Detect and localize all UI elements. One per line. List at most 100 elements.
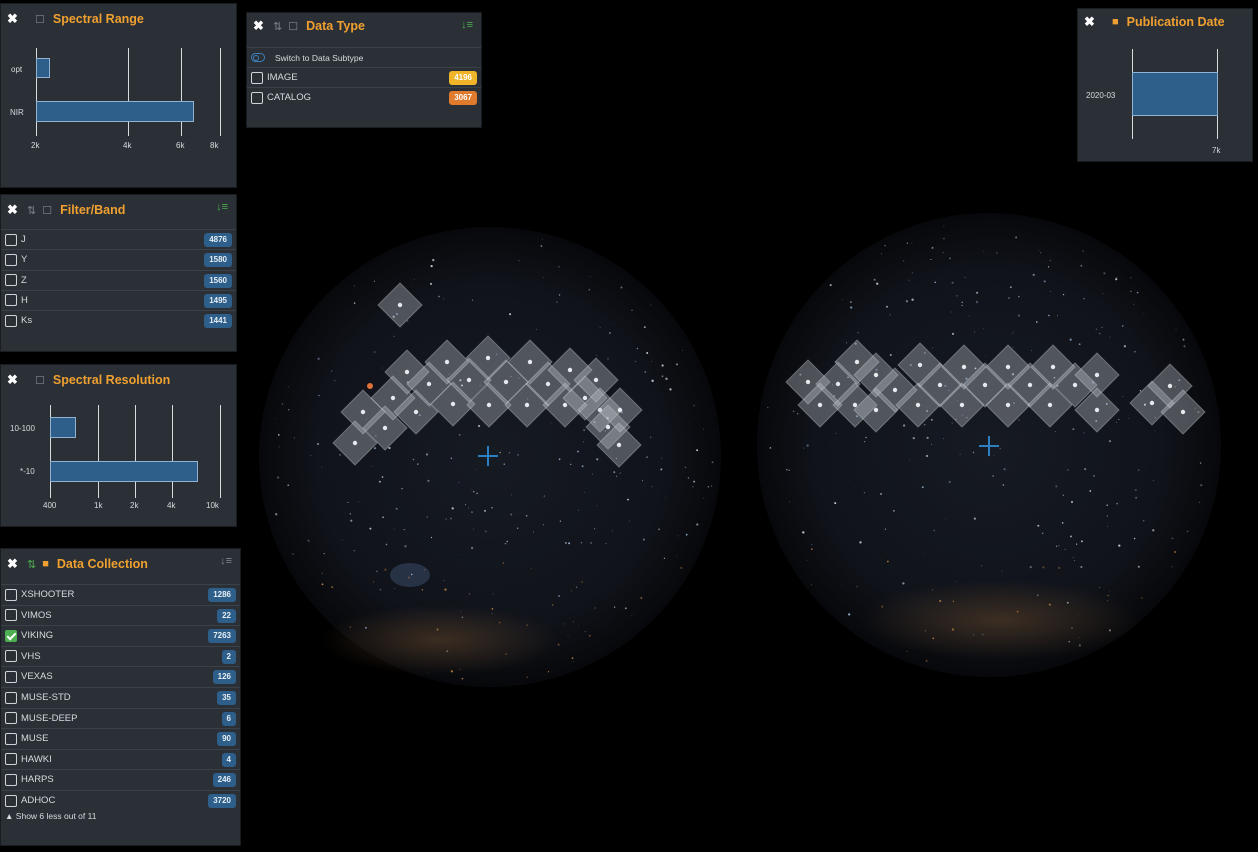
star	[460, 554, 462, 556]
bright-star	[367, 383, 373, 389]
star	[468, 592, 471, 595]
star	[281, 403, 284, 405]
sort-icon[interactable]: ⇅	[27, 204, 36, 217]
close-icon[interactable]: ✖	[7, 202, 21, 218]
checkbox[interactable]	[5, 650, 17, 663]
checkbox[interactable]	[5, 609, 17, 622]
close-icon[interactable]: ✖	[7, 556, 21, 572]
star	[1116, 422, 1117, 423]
bookmark-icon[interactable]: ☐	[35, 13, 45, 26]
sort-descending-icon[interactable]: ↓≡	[461, 19, 473, 31]
bookmark-icon[interactable]: ☐	[35, 374, 45, 387]
list-item[interactable]: Z 1560	[1, 269, 236, 290]
bookmark-filled-icon[interactable]: ■	[1112, 16, 1119, 28]
list-item[interactable]: VIKING 7263	[1, 625, 240, 645]
star	[568, 542, 571, 545]
star	[863, 492, 865, 494]
checkbox[interactable]	[5, 294, 17, 307]
list-item[interactable]: J 4876	[1, 229, 236, 249]
list-item[interactable]: MUSE-DEEP 6	[1, 707, 240, 728]
sort-descending-icon[interactable]: ↓≡	[220, 555, 232, 567]
list-item[interactable]: VIMOS 22	[1, 604, 240, 625]
bar-star-10[interactable]	[50, 461, 198, 482]
list-item[interactable]: MUSE-STD 35	[1, 687, 240, 707]
star	[854, 487, 856, 488]
star	[288, 386, 289, 388]
checkbox[interactable]	[251, 71, 263, 84]
star	[1069, 338, 1072, 341]
checkbox[interactable]	[5, 773, 17, 786]
checkbox[interactable]	[5, 588, 17, 601]
star	[983, 328, 985, 330]
star	[943, 438, 944, 439]
list-item[interactable]: VEXAS 126	[1, 666, 240, 686]
list-item[interactable]: HAWKI 4	[1, 748, 240, 769]
list-item[interactable]: Y 1580	[1, 249, 236, 269]
sort-icon[interactable]: ⇅	[27, 558, 36, 571]
bookmark-icon[interactable]: ☐	[42, 204, 52, 217]
close-icon[interactable]: ✖	[253, 18, 267, 34]
close-icon[interactable]: ✖	[7, 11, 21, 27]
checkbox[interactable]	[5, 233, 17, 246]
star	[461, 616, 464, 619]
list-item[interactable]: ADHOC 3720	[1, 790, 240, 810]
sort-icon[interactable]: ⇅	[273, 20, 282, 33]
list-item[interactable]: IMAGE 4196	[247, 67, 481, 87]
star	[613, 471, 616, 473]
star	[854, 342, 857, 345]
list-item[interactable]: Ks 1441	[1, 310, 236, 330]
list-item[interactable]: H 1495	[1, 289, 236, 310]
list-item[interactable]: MUSE 90	[1, 728, 240, 748]
list-item[interactable]: CATALOG 3067	[247, 87, 481, 107]
checkbox[interactable]	[5, 691, 17, 704]
tick-label: 400	[43, 501, 57, 510]
category-label: 2020-03	[1086, 91, 1116, 100]
star	[369, 527, 372, 530]
list-item[interactable]: VHS 2	[1, 645, 240, 666]
star	[999, 448, 1001, 450]
subtype-switch-row[interactable]: Switch to Data Subtype	[247, 47, 481, 67]
bookmark-filled-icon[interactable]: ■	[42, 558, 49, 570]
grid-line	[135, 405, 136, 498]
bar-2020-03[interactable]	[1132, 72, 1218, 116]
star	[354, 285, 356, 287]
star	[310, 455, 312, 457]
star	[526, 398, 528, 400]
star	[461, 677, 464, 680]
checkbox[interactable]	[5, 629, 17, 642]
checkbox[interactable]	[5, 753, 17, 766]
checkbox[interactable]	[5, 253, 17, 266]
star	[476, 492, 478, 495]
checkbox[interactable]	[251, 91, 263, 104]
checkbox[interactable]	[5, 712, 17, 725]
star	[956, 400, 958, 401]
show-less-link[interactable]: ▲ Show 6 less out of 11	[5, 811, 96, 821]
bar-10-100[interactable]	[50, 417, 76, 438]
star	[905, 300, 909, 303]
bar-nir[interactable]	[36, 101, 194, 122]
star	[924, 352, 926, 354]
close-icon[interactable]: ✖	[7, 372, 21, 388]
star	[930, 418, 933, 421]
list-item[interactable]: XSHOOTER 1286	[1, 584, 240, 604]
star	[1089, 490, 1092, 492]
checkbox[interactable]	[5, 670, 17, 683]
star	[1154, 417, 1156, 419]
star	[427, 452, 429, 453]
star	[518, 377, 520, 379]
checkbox[interactable]	[5, 314, 17, 327]
sort-descending-icon[interactable]: ↓≡	[216, 201, 228, 213]
star	[885, 305, 889, 308]
tile-center-marker	[524, 402, 530, 408]
bookmark-icon[interactable]: ☐	[288, 20, 298, 33]
checkbox[interactable]	[5, 794, 17, 807]
toggle-switch[interactable]	[251, 53, 265, 62]
star	[543, 495, 545, 497]
star	[1049, 259, 1052, 262]
star	[811, 543, 813, 546]
checkbox[interactable]	[5, 732, 17, 745]
checkbox[interactable]	[5, 274, 17, 287]
bar-opt[interactable]	[36, 58, 50, 78]
list-item[interactable]: HARPS 246	[1, 769, 240, 789]
close-icon[interactable]: ✖	[1084, 14, 1098, 30]
